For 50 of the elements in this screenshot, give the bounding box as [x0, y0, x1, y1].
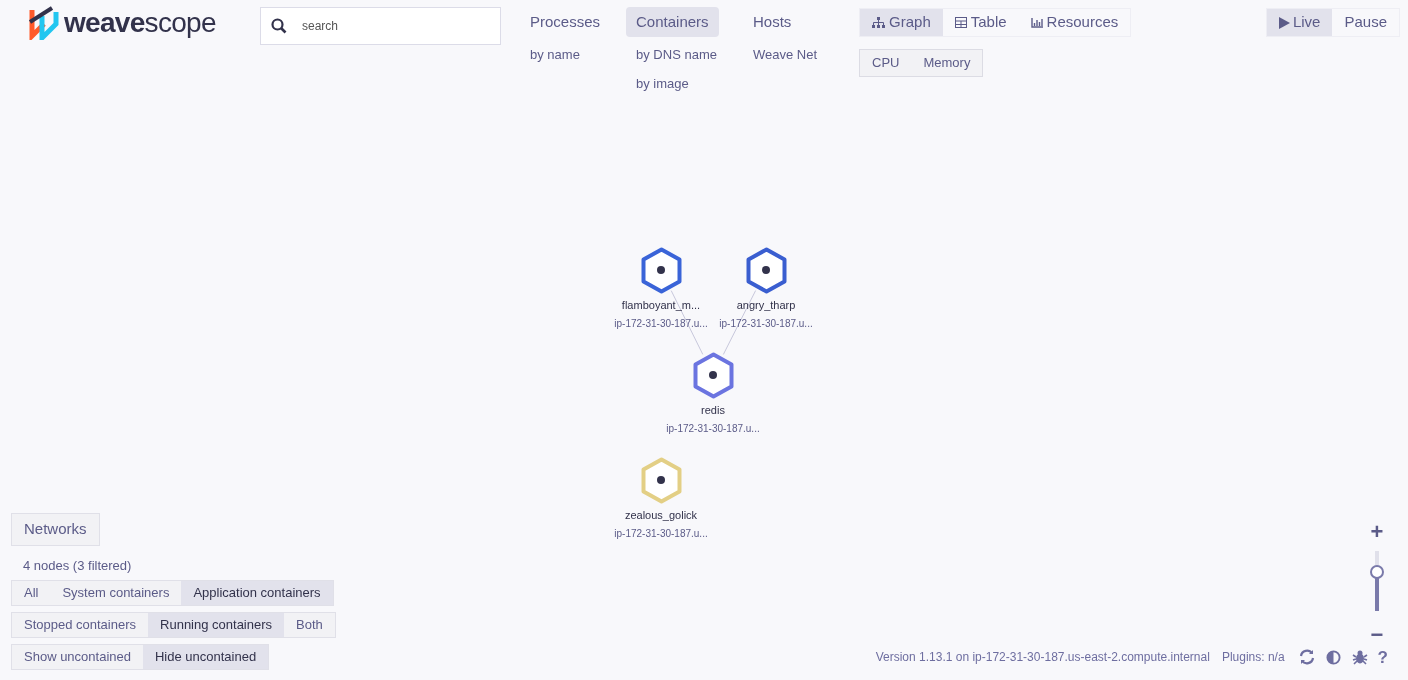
bar-chart-icon: [1030, 17, 1043, 28]
node-label: angry_tharp: [735, 298, 797, 313]
node-host-label: ip-172-31-30-187.u...: [613, 527, 709, 541]
play-icon: [1278, 16, 1290, 29]
sub-topology-link[interactable]: by name: [520, 44, 590, 66]
help-icon[interactable]: ?: [1377, 648, 1388, 666]
node-count: 4 nodes (3 filtered): [23, 557, 132, 575]
container-node[interactable]: [693, 352, 734, 399]
plugins-text: Plugins: n/a: [1221, 649, 1285, 666]
view-mode-tab[interactable]: Graph: [860, 9, 943, 36]
time-control-button[interactable]: Live: [1266, 9, 1333, 36]
filter-option[interactable]: Show uncontained: [12, 644, 143, 669]
sub-topology-link[interactable]: by DNS name: [626, 44, 727, 66]
metric-button[interactable]: CPU: [860, 50, 912, 76]
logo-text: weavescope: [64, 9, 216, 37]
filter-option[interactable]: All: [12, 580, 51, 605]
version-text: Version 1.13.1 on ip-172-31-30-187.us-east-2.compute.internal: [875, 649, 1210, 666]
node-host-label: ip-172-31-30-187.u...: [665, 422, 761, 436]
container-node[interactable]: [641, 247, 682, 294]
sub-topology-link[interactable]: by image: [626, 73, 699, 95]
node-label: flamboyant_m...: [620, 298, 702, 313]
topology-tab[interactable]: Processes: [520, 7, 611, 37]
filter-option[interactable]: Running containers: [148, 612, 285, 637]
filter-option[interactable]: Application containers: [181, 580, 333, 605]
view-mode-tab[interactable]: Table: [942, 9, 1019, 36]
time-control-button[interactable]: Pause: [1332, 9, 1399, 36]
node-label: redis: [700, 403, 726, 418]
sub-topology-link[interactable]: Weave Net: [742, 44, 828, 66]
metric-button[interactable]: Memory: [911, 50, 983, 76]
filter-option[interactable]: System containers: [50, 580, 182, 605]
bug-icon[interactable]: [1351, 649, 1368, 665]
view-mode-tab[interactable]: Resources: [1018, 9, 1131, 36]
zoom-in-button[interactable]: +: [1370, 520, 1384, 544]
node-label: zealous_golick: [623, 508, 699, 523]
search-icon: [271, 18, 287, 34]
search-field[interactable]: search: [260, 7, 501, 45]
filter-option[interactable]: Both: [284, 612, 335, 637]
networks-button[interactable]: Networks: [11, 513, 100, 546]
contrast-icon[interactable]: [1325, 649, 1341, 665]
filter-option[interactable]: Hide uncontained: [143, 644, 269, 669]
logo-icon: [28, 6, 60, 40]
hierarchy-icon: [872, 16, 886, 29]
zoom-slider-thumb[interactable]: [1370, 565, 1384, 579]
filter-option[interactable]: Stopped containers: [12, 612, 149, 637]
refresh-icon[interactable]: [1298, 649, 1315, 665]
topology-tab[interactable]: Containers: [626, 7, 719, 37]
container-node[interactable]: [746, 247, 787, 294]
table-icon: [954, 17, 967, 28]
zoom-out-button[interactable]: −: [1370, 623, 1384, 647]
topology-tab[interactable]: Hosts: [742, 7, 802, 37]
